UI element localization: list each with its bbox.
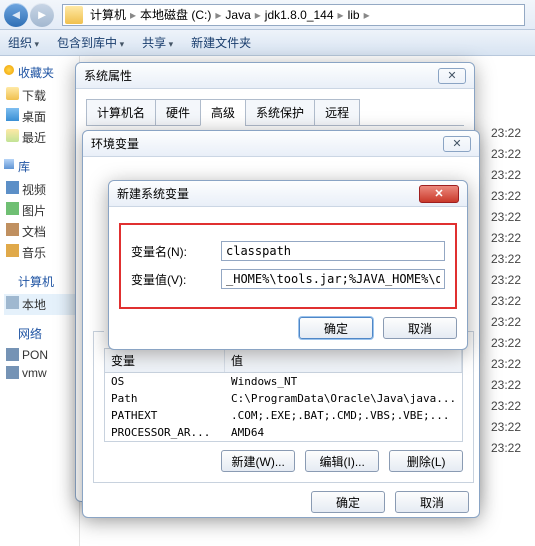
- folder-icon: [65, 6, 83, 24]
- highlighted-input-group: 变量名(N): 变量值(V):: [119, 223, 457, 309]
- breadcrumb[interactable]: 本地磁盘 (C:): [137, 6, 214, 23]
- tab-system-protection[interactable]: 系统保护: [245, 99, 315, 126]
- nav-back-button[interactable]: ◄: [4, 3, 28, 27]
- sidebar-item-videos[interactable]: 视频: [4, 179, 75, 200]
- ok-button[interactable]: 确定: [299, 317, 373, 339]
- modified-time-column: 23:2223:22 23:2223:22 23:2223:22 23:2223…: [491, 126, 521, 462]
- new-system-variable-title: 新建系统变量: [117, 185, 419, 202]
- cancel-button[interactable]: 取消: [383, 317, 457, 339]
- new-folder-button[interactable]: 新建文件夹: [191, 34, 251, 51]
- column-value[interactable]: 值: [225, 349, 462, 372]
- video-icon: [6, 181, 19, 194]
- tab-computer-name[interactable]: 计算机名: [86, 99, 156, 126]
- sidebar-item-documents[interactable]: 文档: [4, 221, 75, 242]
- sidebar-item-pictures[interactable]: 图片: [4, 200, 75, 221]
- computer-icon: [6, 348, 19, 361]
- new-variable-button[interactable]: 新建(W)...: [221, 450, 295, 472]
- sidebar-network-header[interactable]: 网络: [4, 323, 75, 346]
- music-icon: [6, 244, 19, 257]
- sidebar-item-downloads[interactable]: 下载: [4, 85, 75, 106]
- environment-variables-title: 环境变量: [91, 135, 443, 152]
- breadcrumb[interactable]: Java: [222, 8, 253, 22]
- new-system-variable-dialog: 新建系统变量 ✕ 变量名(N): 变量值(V): 确定 取消: [108, 180, 468, 350]
- sidebar-item-recent[interactable]: 最近: [4, 127, 75, 148]
- explorer-address-area: ◄ ► 计算机▸ 本地磁盘 (C:)▸ Java▸ jdk1.8.0_144▸ …: [0, 0, 535, 30]
- sidebar-item-desktop[interactable]: 桌面: [4, 106, 75, 127]
- edit-variable-button[interactable]: 编辑(I)...: [305, 450, 379, 472]
- system-variables-table[interactable]: 变量 值 OSWindows_NT PathC:\ProgramData\Ora…: [104, 348, 463, 442]
- close-icon[interactable]: ✕: [438, 68, 466, 84]
- close-icon[interactable]: ✕: [443, 136, 471, 152]
- variable-value-input[interactable]: [221, 269, 445, 289]
- tab-hardware[interactable]: 硬件: [155, 99, 201, 126]
- breadcrumb[interactable]: jdk1.8.0_144: [262, 8, 337, 22]
- system-properties-title: 系统属性: [84, 67, 438, 84]
- sidebar-item-pon[interactable]: PON: [4, 346, 75, 364]
- sidebar-item-vmw[interactable]: vmw: [4, 364, 75, 382]
- table-row[interactable]: PROCESSOR_AR...AMD64: [105, 424, 462, 441]
- column-variable[interactable]: 变量: [105, 349, 225, 372]
- explorer-sidebar: 收藏夹 下载 桌面 最近 库 视频 图片 文档 音乐 计算机 本地 网络 PON…: [0, 56, 80, 546]
- variable-name-input[interactable]: [221, 241, 445, 261]
- sidebar-computer-header[interactable]: 计算机: [4, 271, 75, 294]
- table-row[interactable]: OSWindows_NT: [105, 373, 462, 390]
- share-menu[interactable]: 共享: [142, 34, 173, 51]
- system-properties-tabs: 计算机名 硬件 高级 系统保护 远程: [86, 99, 464, 126]
- download-icon: [6, 87, 19, 100]
- desktop-icon: [6, 108, 19, 121]
- close-icon[interactable]: ✕: [419, 185, 459, 203]
- sidebar-libraries-header[interactable]: 库: [4, 156, 75, 179]
- sidebar-item-local-disk[interactable]: 本地: [4, 294, 75, 315]
- variable-value-label: 变量值(V):: [131, 271, 221, 288]
- tab-remote[interactable]: 远程: [314, 99, 360, 126]
- table-row[interactable]: PATHEXT.COM;.EXE;.BAT;.CMD;.VBS;.VBE;...: [105, 407, 462, 424]
- sidebar-item-music[interactable]: 音乐: [4, 242, 75, 263]
- explorer-toolbar: 组织 包含到库中 共享 新建文件夹: [0, 30, 535, 56]
- include-library-menu[interactable]: 包含到库中: [57, 34, 124, 51]
- document-icon: [6, 223, 19, 236]
- recent-icon: [6, 129, 19, 142]
- computer-icon: [6, 366, 19, 379]
- tab-advanced[interactable]: 高级: [200, 99, 246, 126]
- breadcrumb[interactable]: lib: [345, 8, 363, 22]
- address-bar[interactable]: 计算机▸ 本地磁盘 (C:)▸ Java▸ jdk1.8.0_144▸ lib▸: [62, 4, 525, 26]
- breadcrumb[interactable]: 计算机: [87, 6, 129, 23]
- picture-icon: [6, 202, 19, 215]
- sidebar-favorites-header[interactable]: 收藏夹: [4, 62, 75, 85]
- table-row[interactable]: PathC:\ProgramData\Oracle\Java\java...: [105, 390, 462, 407]
- delete-variable-button[interactable]: 删除(L): [389, 450, 463, 472]
- nav-forward-button[interactable]: ►: [30, 3, 54, 27]
- organize-menu[interactable]: 组织: [8, 34, 39, 51]
- cancel-button[interactable]: 取消: [395, 491, 469, 513]
- drive-icon: [6, 296, 19, 309]
- ok-button[interactable]: 确定: [311, 491, 385, 513]
- variable-name-label: 变量名(N):: [131, 243, 221, 260]
